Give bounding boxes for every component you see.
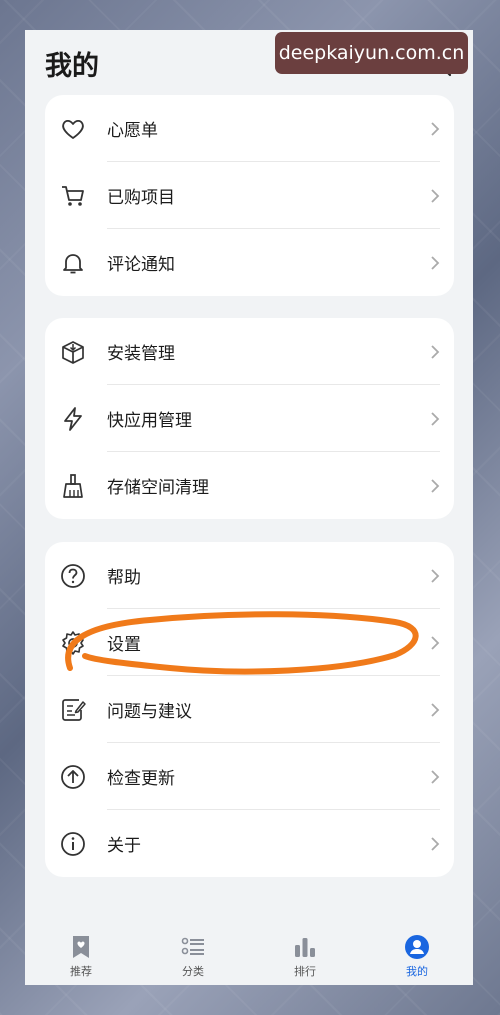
menu-item-about[interactable]: 关于 bbox=[45, 810, 454, 877]
chevron-right-icon bbox=[431, 478, 440, 493]
ranking-bars-icon bbox=[295, 938, 315, 957]
update-icon bbox=[61, 764, 85, 789]
chevron-right-icon bbox=[431, 635, 440, 650]
menu-item-check-updates[interactable]: 检查更新 bbox=[45, 743, 454, 810]
menu-item-storage-cleanup[interactable]: 存储空间清理 bbox=[45, 452, 454, 519]
chevron-right-icon bbox=[431, 121, 440, 136]
chevron-right-icon bbox=[431, 836, 440, 851]
gear-icon bbox=[62, 630, 84, 655]
chevron-right-icon bbox=[431, 702, 440, 717]
bookmark-heart-icon bbox=[73, 936, 89, 958]
bottom-tab-bar: 推荐 分类 排行 我的 bbox=[25, 915, 473, 985]
package-icon bbox=[62, 340, 84, 364]
help-icon bbox=[61, 563, 85, 588]
menu-item-label: 帮助 bbox=[107, 568, 141, 588]
tab-label: 推荐 bbox=[70, 965, 92, 978]
tab-mine[interactable]: 我的 bbox=[361, 915, 473, 985]
menu-item-label: 已购项目 bbox=[107, 188, 175, 208]
menu-item-label: 评论通知 bbox=[107, 255, 175, 275]
category-list-icon bbox=[181, 937, 204, 955]
menu-item-label: 快应用管理 bbox=[107, 411, 192, 431]
chevron-right-icon bbox=[431, 769, 440, 784]
user-icon bbox=[405, 935, 429, 959]
info-icon bbox=[61, 831, 85, 856]
chevron-right-icon bbox=[431, 255, 440, 270]
app-screen: 我的 心愿单 已购项目 评论通知 安装管理 快应用管理 存储空间清理 帮助 设置… bbox=[25, 30, 473, 985]
heart-icon bbox=[62, 119, 84, 139]
chevron-right-icon bbox=[431, 188, 440, 203]
tab-recommend[interactable]: 推荐 bbox=[25, 915, 137, 985]
menu-item-label: 存储空间清理 bbox=[107, 478, 209, 498]
tab-label: 我的 bbox=[406, 965, 428, 978]
tab-label: 排行 bbox=[294, 965, 316, 978]
card-management: 安装管理 快应用管理 存储空间清理 bbox=[45, 318, 454, 519]
menu-item-label: 问题与建议 bbox=[107, 702, 192, 722]
menu-item-install-management[interactable]: 安装管理 bbox=[45, 318, 454, 385]
lightning-icon bbox=[64, 406, 82, 431]
menu-item-help[interactable]: 帮助 bbox=[45, 542, 454, 609]
card-favorites: 心愿单 已购项目 评论通知 bbox=[45, 95, 454, 296]
menu-item-comment-notifications[interactable]: 评论通知 bbox=[45, 229, 454, 296]
chevron-right-icon bbox=[431, 411, 440, 426]
feedback-icon bbox=[62, 698, 86, 721]
menu-item-settings[interactable]: 设置 bbox=[45, 609, 454, 676]
card-support: 帮助 设置 问题与建议 检查更新 关于 bbox=[45, 542, 454, 877]
menu-item-label: 关于 bbox=[107, 836, 141, 856]
menu-item-label: 检查更新 bbox=[107, 769, 175, 789]
menu-item-label: 设置 bbox=[107, 635, 141, 655]
watermark-label: deepkaiyun.com.cn bbox=[275, 32, 468, 74]
chevron-right-icon bbox=[431, 344, 440, 359]
bell-icon bbox=[63, 253, 83, 273]
menu-item-quick-app-management[interactable]: 快应用管理 bbox=[45, 385, 454, 452]
tab-label: 分类 bbox=[182, 965, 204, 978]
cart-icon bbox=[62, 185, 84, 206]
page-title: 我的 bbox=[45, 51, 99, 82]
broom-icon bbox=[63, 473, 83, 498]
tab-ranking[interactable]: 排行 bbox=[249, 915, 361, 985]
menu-item-label: 安装管理 bbox=[107, 344, 175, 364]
menu-item-purchased[interactable]: 已购项目 bbox=[45, 162, 454, 229]
chevron-right-icon bbox=[431, 568, 440, 583]
menu-item-label: 心愿单 bbox=[107, 121, 158, 141]
tab-category[interactable]: 分类 bbox=[137, 915, 249, 985]
menu-item-wishlist[interactable]: 心愿单 bbox=[45, 95, 454, 162]
menu-item-feedback[interactable]: 问题与建议 bbox=[45, 676, 454, 743]
